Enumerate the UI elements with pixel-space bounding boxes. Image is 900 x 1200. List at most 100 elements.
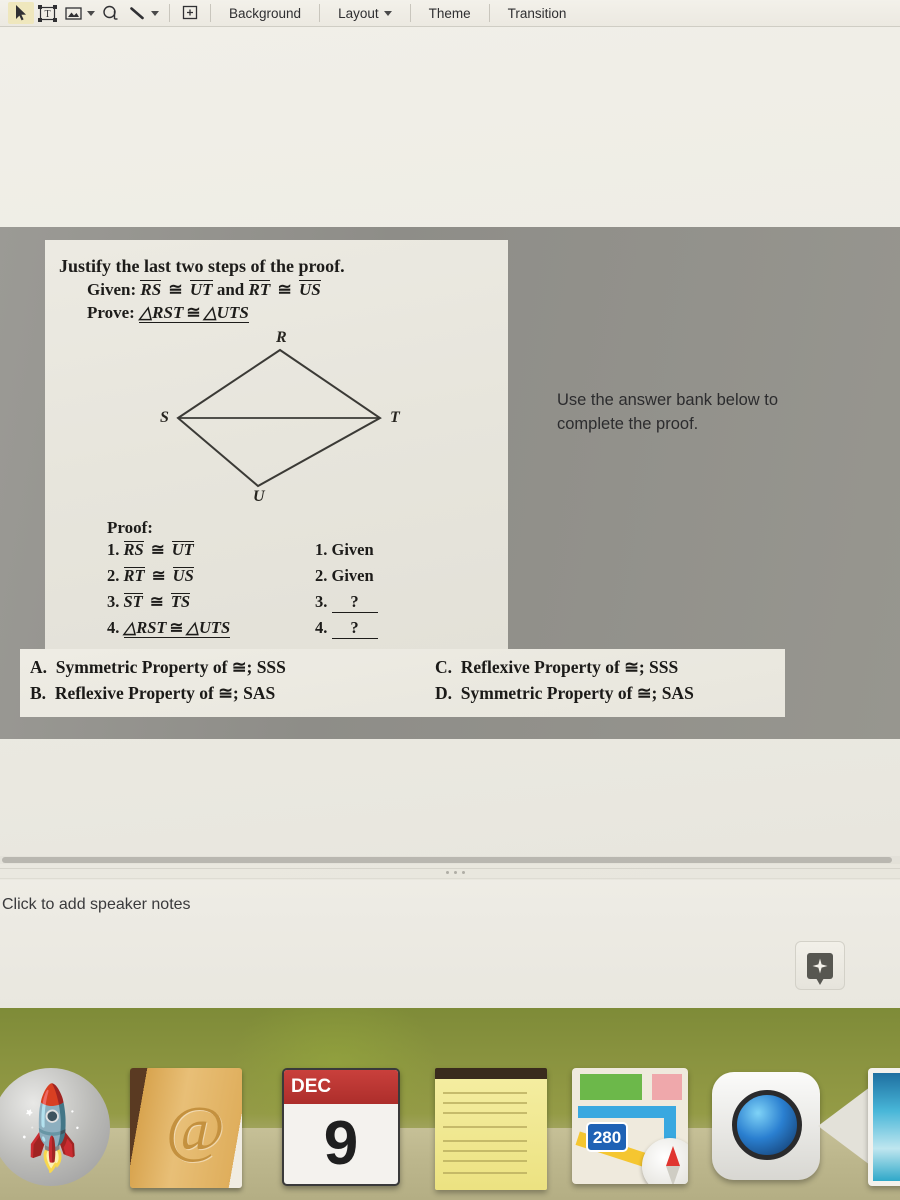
image-tool-icon[interactable] [60,2,86,24]
shape-tool-icon[interactable] [98,2,124,24]
textbox-tool-icon[interactable]: T [34,2,60,24]
slide-instruction-textbox[interactable]: Use the answer bank below to complete th… [557,389,857,437]
congruent-symbol: ≅ [277,280,292,299]
dock-item-calendar[interactable]: DEC 9 [282,1068,400,1186]
vertex-label-U: U [253,488,265,505]
speaker-notes-placeholder[interactable]: Click to add speaker notes [2,896,191,914]
congruent-symbol: ≅ [149,592,164,611]
congruent-symbol: ≅ [186,303,201,322]
reason-blank: ? [331,592,378,613]
insert-box-icon[interactable] [177,2,203,24]
video-camera-icon [818,1084,874,1168]
statement-right: △UTS [186,618,231,637]
vertex-label-R: R [276,329,287,346]
rocket-icon: 🚀 [0,1078,105,1183]
given-segment-3: RT [248,280,271,299]
proof-reason-row: 3. ? [315,592,378,613]
statement-right: UT [171,540,194,559]
prove-left: △RST [139,303,184,322]
compass-icon [642,1138,688,1184]
vertex-label-S: S [160,409,169,426]
proof-heading: Proof: [107,518,153,537]
speaker-notes-pane[interactable]: Click to add speaker notes [0,880,900,1010]
toolbar-divider [210,4,211,22]
instruction-line-2: complete the proof. [557,414,699,433]
map-park-area [580,1074,642,1100]
congruent-symbol: ≅ [168,280,183,299]
image-tool-dropdown-caret[interactable] [87,10,95,16]
statement-right: TS [170,592,191,611]
slide-image-geometry-proof[interactable]: Justify the last two steps of the proof.… [0,227,900,739]
map-zone-area [652,1074,682,1100]
rhombus-diagram: R S T U [90,328,420,508]
line-tool-dropdown-caret[interactable] [151,10,159,16]
answer-bank: A. Symmetric Property of ≅; SSS B. Refle… [20,649,785,717]
splitter-line-bottom [0,878,900,879]
menu-layout-label: Layout [338,5,379,21]
menu-layout[interactable]: Layout [327,4,403,23]
answer-letter: B. [30,683,47,703]
dock-item-photos[interactable] [868,1068,900,1186]
proof-statement-row: 2. RT ≅ US [107,566,194,586]
desk-background: 🚀 @ DEC 9 280 [0,1008,900,1200]
statement-right: US [172,566,194,585]
reason-number: 1. [315,540,328,559]
dock-item-facetime[interactable] [712,1072,820,1180]
statement-number: 1. [107,540,120,559]
splitter-line-top [0,868,900,869]
line-tool-icon[interactable] [124,2,150,24]
explore-button[interactable] [795,941,845,990]
menu-background[interactable]: Background [218,4,312,23]
given-label: Given: [87,280,137,299]
textbook-page: Justify the last two steps of the proof.… [45,240,508,652]
slides-toolbar: T Background Layout Theme Transition [0,0,900,26]
notes-splitter[interactable] [0,868,900,880]
prove-right: △UTS [203,303,249,322]
answer-option-a: A. Symmetric Property of ≅; SSS [30,657,286,678]
map-highway [578,1106,676,1118]
menu-transition[interactable]: Transition [497,4,578,23]
answer-letter: A. [30,657,48,677]
proof-statement-row: 3. ST ≅ TS [107,592,191,612]
answer-option-c: C. Reflexive Property of ≅; SSS [435,657,678,678]
proof-reason-row: 2. Given [315,566,374,586]
statement-left: RT [123,566,145,585]
menu-transition-label: Transition [507,5,567,21]
dock-item-notes[interactable] [435,1068,547,1190]
given-segment-1: RS [140,280,162,299]
given-segment-2: UT [189,280,213,299]
splitter-grip-handle[interactable] [446,871,465,874]
menu-theme[interactable]: Theme [418,4,482,23]
reason-number: 2. [315,566,328,585]
congruent-symbol: ≅ [150,540,165,559]
menu-theme-label: Theme [428,5,471,21]
statement-number: 3. [107,592,120,611]
proof-reason-row: 1. Given [315,540,374,560]
reason-text: Given [331,566,374,585]
problem-title: Justify the last two steps of the proof. [59,256,345,276]
slide-canvas[interactable]: Justify the last two steps of the proof.… [0,27,900,862]
calendar-header: DEC [284,1070,398,1104]
answer-text: Reflexive Property of ≅; SSS [460,657,679,677]
dock-item-contacts[interactable]: @ [130,1068,242,1188]
given-and: and [216,280,245,299]
scrollbar-thumb[interactable] [2,857,892,863]
instruction-line-1: Use the answer bank below to [557,391,779,409]
given-line: Given: RS ≅ UT and RT ≅ US [87,280,321,300]
dock-item-maps[interactable]: 280 [572,1068,688,1184]
horizontal-scrollbar[interactable] [0,856,900,864]
prove-line: Prove: △RST ≅ △UTS [87,303,249,323]
statement-conclusion: △RST ≅ △UTS [123,618,231,638]
statement-number: 4. [107,618,120,637]
answer-option-b: B. Reflexive Property of ≅; SAS [30,683,275,704]
chevron-down-icon[interactable] [383,10,392,16]
answer-letter: D. [435,683,453,703]
answer-option-d: D. Symmetric Property of ≅; SAS [435,683,694,704]
pointer-tool-icon[interactable] [8,2,34,24]
statement-left: ST [123,592,143,611]
highway-shield-icon: 280 [586,1122,628,1152]
answer-text: Symmetric Property of ≅; SSS [55,657,286,677]
toolbar-divider [169,4,170,22]
toolbar-divider [319,4,321,22]
proof-statement-row: 4. △RST ≅ △UTS [107,618,231,638]
